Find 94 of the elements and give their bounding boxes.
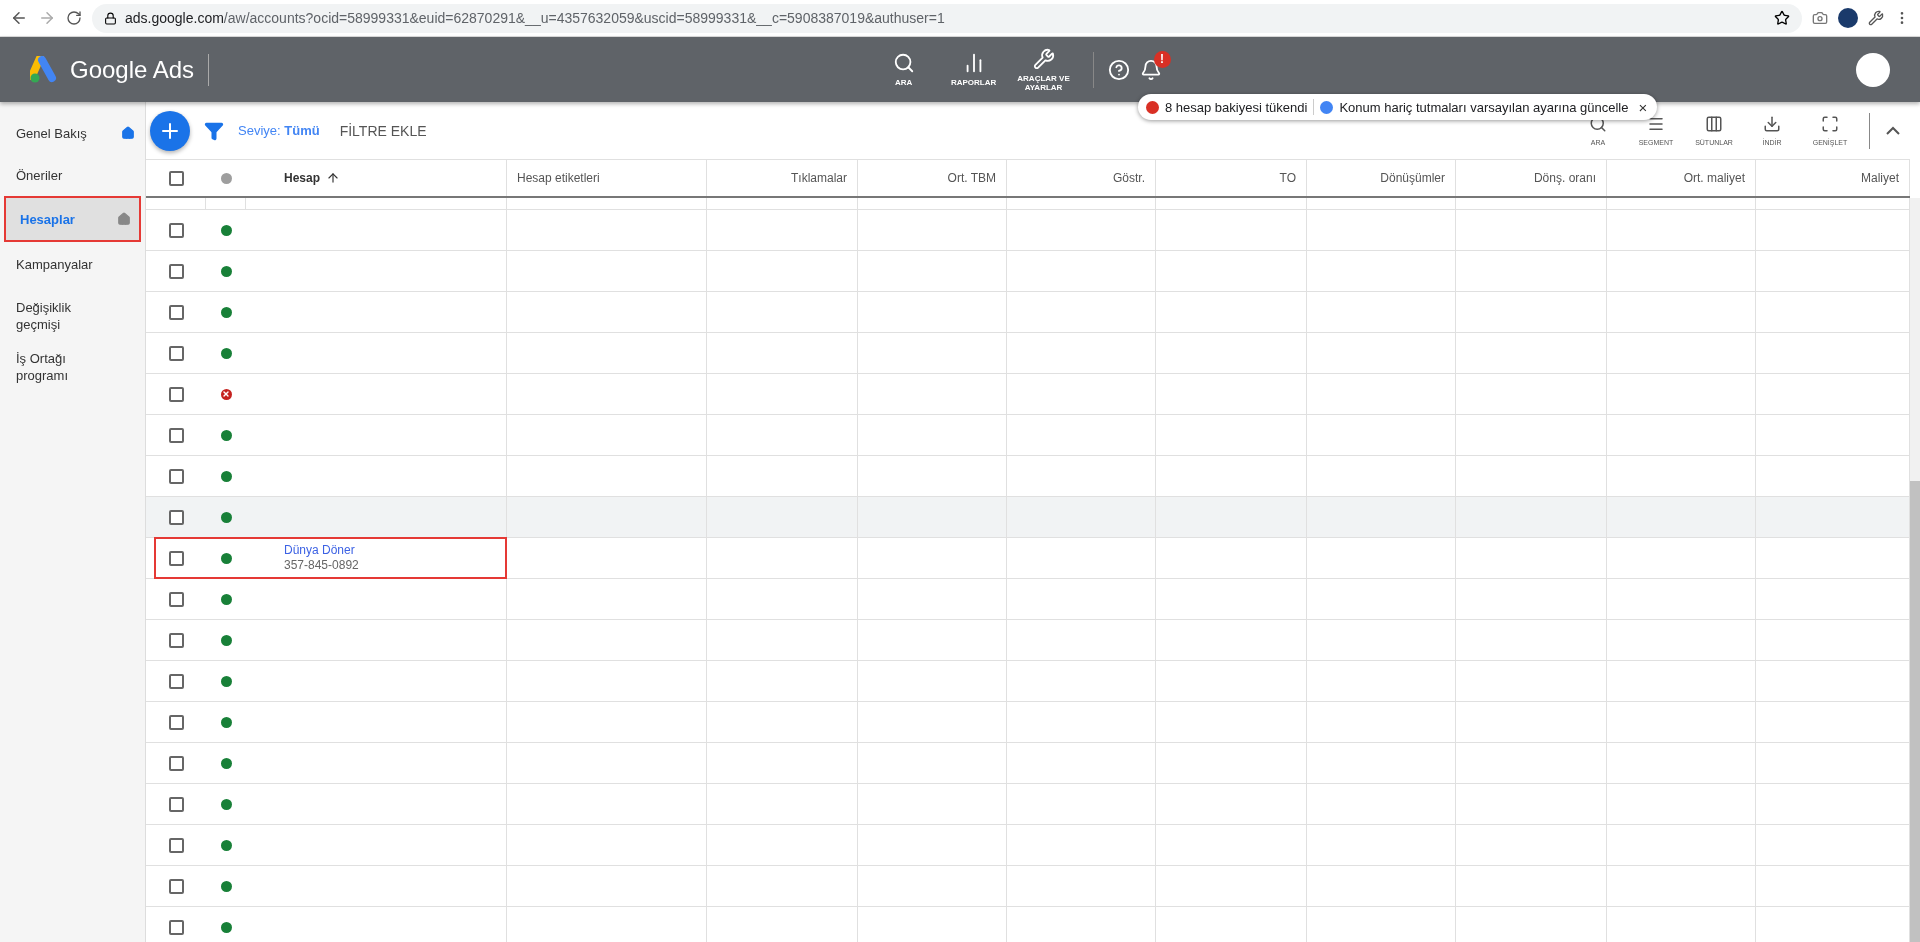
status-dot	[220, 921, 232, 933]
column-header[interactable]: Tıklamalar	[707, 160, 858, 196]
sidebar-item[interactable]: Kampanyalar	[0, 242, 145, 294]
wrench-icon	[1032, 47, 1055, 70]
camera-icon[interactable]	[1812, 10, 1828, 26]
sidebar-item[interactable]: İş Ortağı programı	[0, 346, 145, 388]
extension-icon[interactable]	[1838, 8, 1858, 28]
column-header[interactable]: Hesap etiketleri	[507, 160, 707, 196]
row-checkbox[interactable]	[168, 714, 184, 730]
segment-icon	[1647, 115, 1665, 133]
column-header[interactable]: Dönüşümler	[1307, 160, 1456, 196]
header-action[interactable]: RAPORLAR	[938, 52, 1009, 87]
status-dot	[220, 593, 232, 605]
close-button[interactable]: ×	[1634, 98, 1648, 116]
status-dot	[220, 634, 232, 646]
help-icon[interactable]	[1107, 58, 1130, 81]
back-icon[interactable]	[10, 9, 28, 27]
chevron-up-icon	[1886, 126, 1900, 135]
columns-icon	[1705, 115, 1723, 133]
status-dot	[220, 224, 232, 236]
row-checkbox[interactable]	[168, 427, 184, 443]
status-dot	[220, 880, 232, 892]
row-checkbox[interactable]	[168, 345, 184, 361]
download-icon	[1763, 115, 1781, 133]
row-checkbox[interactable]	[168, 550, 184, 566]
bell-icon	[1139, 58, 1162, 81]
status-dot	[220, 716, 232, 728]
table-row[interactable]: Dünya Döner 357-845-0892	[146, 538, 1910, 579]
alert-icon	[1146, 100, 1159, 114]
filter-icon[interactable]	[204, 120, 224, 141]
lock-icon	[104, 11, 117, 25]
select-all-checkbox[interactable]	[168, 170, 184, 186]
info-icon	[1320, 100, 1334, 114]
column-header[interactable]: Maliyet	[1756, 160, 1910, 196]
scrollbar-thumb[interactable]	[1910, 480, 1920, 942]
reload-icon[interactable]	[66, 10, 82, 26]
status-dot	[220, 470, 232, 482]
add-filter-button[interactable]: FİLTRE EKLE	[333, 121, 433, 140]
column-header[interactable]: Dönş. oranı	[1456, 160, 1607, 196]
row-checkbox[interactable]	[168, 468, 184, 484]
row-checkbox[interactable]	[168, 796, 184, 812]
row-checkbox[interactable]	[168, 222, 184, 238]
account-link[interactable]: Dünya Döner	[284, 543, 506, 558]
status-dot	[220, 347, 232, 359]
product-name: Google Ads	[60, 53, 210, 86]
column-header[interactable]: TO	[1156, 160, 1307, 196]
sidebar-item[interactable]: Öneriler	[0, 154, 145, 196]
expand-icon	[1821, 115, 1839, 133]
level-filter[interactable]: Seviye: Tümü	[238, 123, 320, 138]
notification-badge: !	[1153, 50, 1171, 68]
status-dot	[220, 172, 232, 184]
status-dot	[220, 757, 232, 769]
row-checkbox[interactable]	[168, 673, 184, 689]
row-checkbox[interactable]	[168, 837, 184, 853]
avatar[interactable]	[1856, 52, 1890, 87]
row-checkbox[interactable]	[168, 919, 184, 935]
home-icon	[117, 212, 131, 226]
status-dot	[220, 839, 232, 851]
star-icon[interactable]	[1774, 10, 1790, 26]
info-message[interactable]: Konum hariç tutmaları varsayılan ayarına güncelle	[1339, 99, 1629, 115]
sidebar-item[interactable]: Değişiklik geçmişi	[0, 294, 145, 346]
home-icon	[121, 126, 135, 140]
collapse-button[interactable]	[1886, 126, 1900, 135]
search-icon	[892, 52, 915, 74]
add-button[interactable]	[150, 110, 190, 151]
column-header[interactable]: Göstr.	[1007, 160, 1156, 196]
row-checkbox[interactable]	[168, 755, 184, 771]
status-dot	[220, 265, 232, 277]
alert-message[interactable]: 8 hesap bakiyesi tükendi	[1165, 99, 1308, 115]
notifications-button[interactable]: !	[1139, 50, 1171, 81]
status-dot	[220, 552, 232, 564]
row-checkbox[interactable]	[168, 591, 184, 607]
status-dot	[220, 429, 232, 441]
status-dot	[220, 798, 232, 810]
account-id: 357-845-0892	[284, 558, 360, 573]
column-header[interactable]: Hesap	[246, 160, 507, 196]
url-text: ads.google.com/aw/accounts?ocid=58999331&euid=62870291&__u=4357632059&uscid=58999331&__c=5908387019&authuser=1	[125, 10, 945, 26]
removed-status-icon	[220, 388, 232, 400]
row-checkbox[interactable]	[168, 632, 184, 648]
status-dot	[220, 675, 232, 687]
row-checkbox[interactable]	[168, 386, 184, 402]
header-action[interactable]: ARAÇLAR VE AYARLAR	[1008, 47, 1079, 92]
status-dot	[220, 511, 232, 523]
status-dot	[220, 306, 232, 318]
header-action[interactable]: ARA	[868, 52, 939, 87]
row-checkbox[interactable]	[168, 878, 184, 894]
column-header[interactable]: Ort. TBM	[858, 160, 1007, 196]
sidebar-item[interactable]: Genel Bakış	[0, 112, 145, 154]
column-header[interactable]: Ort. maliyet	[1607, 160, 1756, 196]
row-checkbox[interactable]	[168, 263, 184, 279]
extension-icon[interactable]	[1868, 10, 1884, 26]
address-bar[interactable]: ads.google.com/aw/accounts?ocid=58999331&euid=62870291&__u=4357632059&uscid=58999331&__c=5908387019&authuser=1	[92, 3, 1802, 33]
row-checkbox[interactable]	[168, 304, 184, 320]
row-checkbox[interactable]	[168, 509, 184, 525]
